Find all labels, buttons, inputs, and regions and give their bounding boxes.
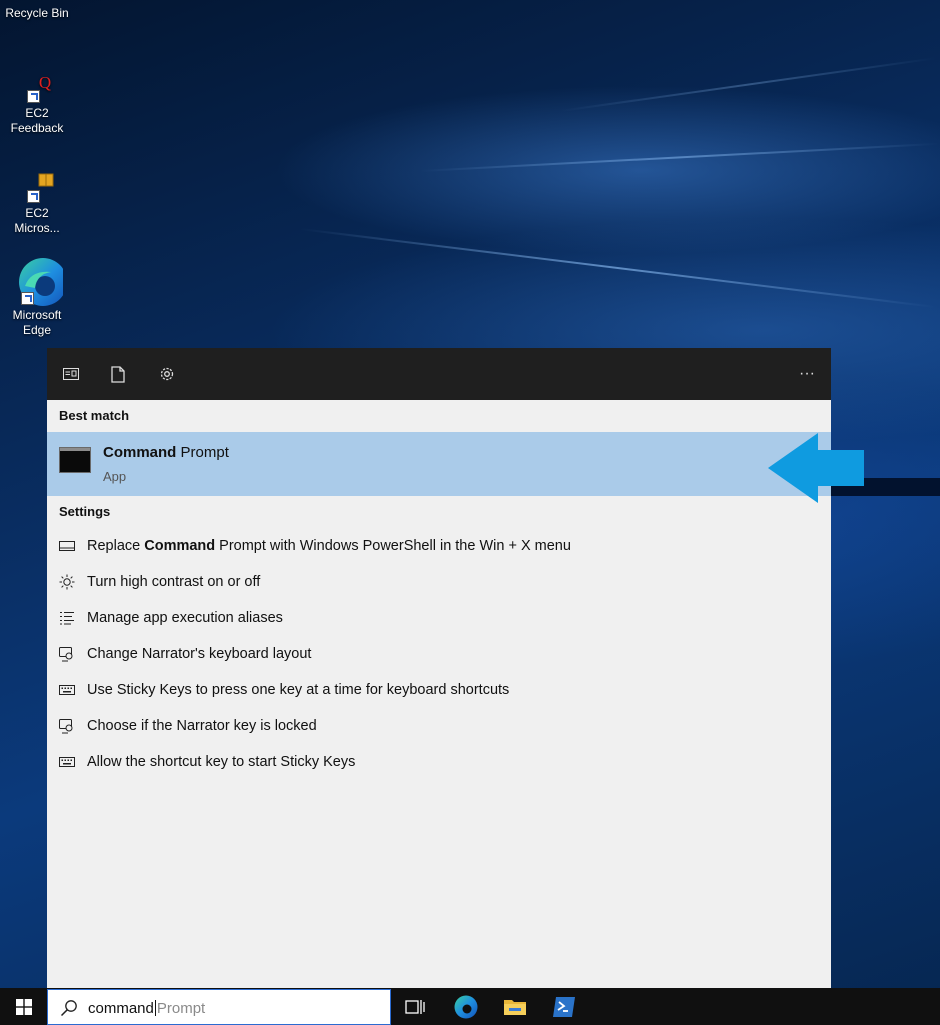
package-icon: [17, 170, 57, 206]
taskbar: command Prompt: [0, 988, 940, 1025]
taskbar-file-explorer-button[interactable]: [502, 994, 528, 1020]
ec2-feedback-label: EC2 Feedback: [10, 106, 64, 135]
taskbar-edge-button[interactable]: [453, 994, 479, 1020]
taskbar-search-input[interactable]: command Prompt: [47, 989, 391, 1025]
best-match-command-prompt[interactable]: Command Prompt App: [47, 432, 831, 496]
search-query: command Prompt: [88, 1000, 206, 1017]
taskbar-powershell-button[interactable]: [551, 994, 577, 1020]
ec2-micros-label: EC2 Micros...: [14, 206, 60, 235]
ec2-feedback-icon: Q: [17, 70, 57, 106]
best-match-title: Command Prompt: [103, 444, 229, 461]
recycle-bin-label: Recycle Bin: [5, 6, 69, 20]
search-icon: [60, 1000, 77, 1017]
edge-icon: [11, 256, 67, 308]
setting-item[interactable]: Turn high contrast on or off: [47, 564, 831, 600]
search-results-panel: ··· Best match Command Prompt App Settin…: [47, 348, 831, 988]
more-options-button[interactable]: ···: [793, 360, 821, 388]
narrator-icon: [59, 646, 75, 662]
desktop-icon-recycle-bin[interactable]: Recycle Bin: [0, 6, 74, 21]
svg-text:Q: Q: [39, 73, 51, 92]
desktop-icon-ec2-micros[interactable]: EC2 Micros...: [0, 170, 74, 236]
keyboard-icon: [59, 682, 75, 698]
apps-icon: [63, 368, 79, 380]
setting-item[interactable]: Use Sticky Keys to press one key at a ti…: [47, 672, 831, 708]
powershell-icon: [553, 997, 575, 1017]
list-icon: [59, 610, 75, 626]
best-match-subtitle: App: [103, 469, 127, 484]
narrator-icon: [59, 718, 75, 734]
brightness-icon: [59, 574, 75, 590]
taskbar-icon: [59, 538, 75, 554]
setting-item[interactable]: Manage app execution aliases: [47, 600, 831, 636]
text-caret: [154, 1000, 156, 1016]
filter-settings-button[interactable]: [153, 360, 181, 388]
search-panel-header: ···: [47, 348, 831, 400]
keyboard-icon: [59, 754, 75, 770]
settings-results-list: Replace Command Prompt with Windows Powe…: [47, 528, 831, 780]
filter-documents-button[interactable]: [104, 360, 132, 388]
setting-item[interactable]: Choose if the Narrator key is locked: [47, 708, 831, 744]
task-view-button[interactable]: [402, 994, 428, 1020]
windows-logo-icon: [15, 998, 32, 1015]
start-button[interactable]: [0, 988, 47, 1025]
best-match-heading: Best match: [59, 408, 130, 423]
setting-item[interactable]: Change Narrator's keyboard layout: [47, 636, 831, 672]
task-view-icon: [405, 1000, 425, 1014]
document-icon: [111, 365, 125, 383]
setting-item[interactable]: Allow the shortcut key to start Sticky K…: [47, 744, 831, 780]
command-prompt-icon: [59, 447, 91, 473]
ellipsis-icon: ···: [799, 365, 815, 382]
filter-apps-button[interactable]: [57, 360, 85, 388]
microsoft-edge-label: Microsoft Edge: [12, 308, 62, 337]
folder-icon: [504, 1000, 526, 1015]
gear-icon: [160, 367, 174, 381]
edge-icon: [454, 995, 478, 1019]
desktop-icon-microsoft-edge[interactable]: Microsoft Edge: [0, 256, 74, 338]
settings-heading: Settings: [59, 504, 111, 519]
setting-item[interactable]: Replace Command Prompt with Windows Powe…: [47, 528, 831, 564]
pointer-arrow-annotation: [768, 433, 864, 503]
desktop-icon-ec2-feedback[interactable]: Q EC2 Feedback: [0, 70, 74, 136]
